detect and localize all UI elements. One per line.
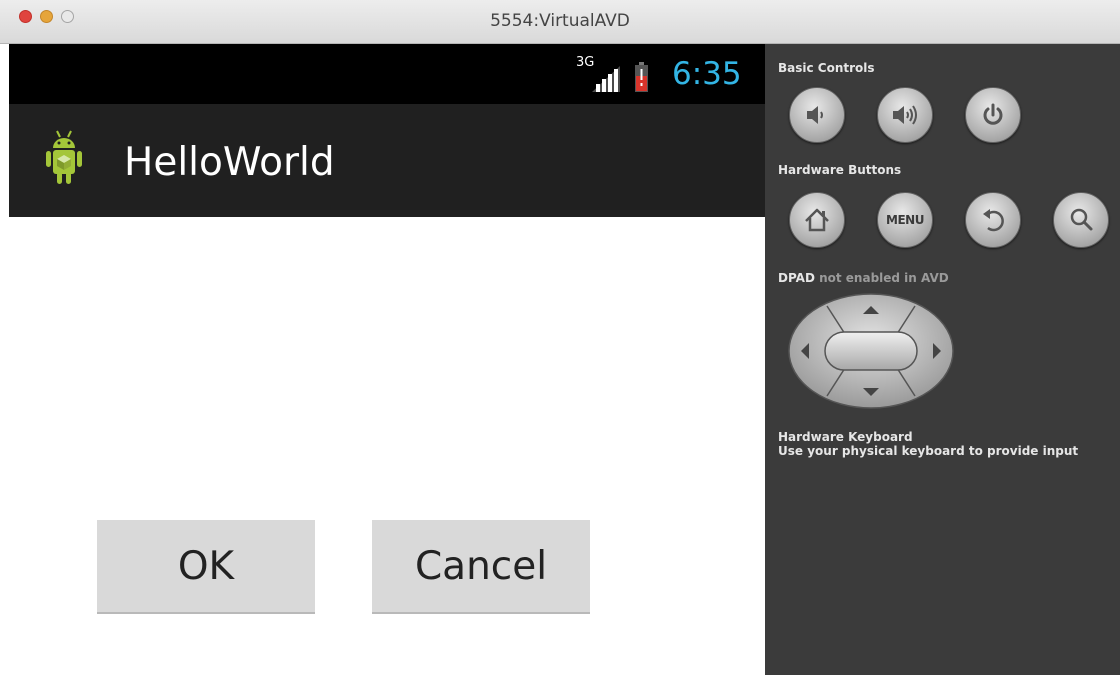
back-button[interactable] — [965, 192, 1021, 248]
dpad-label: DPAD not enabled in AVD — [778, 271, 949, 285]
power-button[interactable] — [965, 87, 1021, 143]
power-icon — [983, 103, 1003, 125]
dpad-status: not enabled in AVD — [819, 271, 949, 285]
hardware-keyboard-info: Hardware Keyboard Use your physical keyb… — [778, 430, 1078, 458]
basic-controls-label: Basic Controls — [778, 61, 875, 75]
back-icon — [983, 209, 1004, 232]
volume-down-icon — [807, 106, 823, 124]
action-bar: HelloWorld — [9, 104, 765, 217]
home-button[interactable] — [789, 192, 845, 248]
menu-button[interactable]: MENU — [877, 192, 933, 248]
cancel-button[interactable]: Cancel — [372, 520, 590, 614]
hardware-buttons-label: Hardware Buttons — [778, 163, 902, 177]
dpad-title: DPAD — [778, 271, 815, 285]
volume-down-button[interactable] — [789, 87, 845, 143]
hardware-keyboard-note: Use your physical keyboard to provide in… — [778, 444, 1079, 458]
volume-up-icon — [893, 105, 917, 125]
search-button[interactable] — [1053, 192, 1109, 248]
menu-button-label: MENU — [886, 213, 924, 227]
battery-low-icon — [635, 62, 648, 92]
window-title: 5554:VirtualAVD — [490, 11, 630, 31]
search-icon — [1070, 208, 1093, 231]
emulator-screen[interactable]: 3G 6:35 HelloWorld OK Cancel — [9, 44, 765, 675]
home-icon — [805, 208, 829, 232]
emulator-controls-panel: Basic Controls Hardware Buttons MENU DPA… — [765, 44, 1120, 675]
hardware-keyboard-title: Hardware Keyboard — [778, 430, 913, 444]
window-title-bar: 5554:VirtualAVD — [0, 0, 1120, 44]
ok-button[interactable]: OK — [97, 520, 315, 614]
status-clock: 6:35 — [672, 56, 742, 92]
android-robot-icon — [46, 130, 82, 184]
signal-strength-icon — [592, 66, 620, 92]
app-title: HelloWorld — [124, 140, 335, 185]
volume-up-button[interactable] — [877, 87, 933, 143]
dpad-control[interactable] — [787, 292, 955, 410]
status-bar: 3G 6:35 — [9, 44, 765, 104]
